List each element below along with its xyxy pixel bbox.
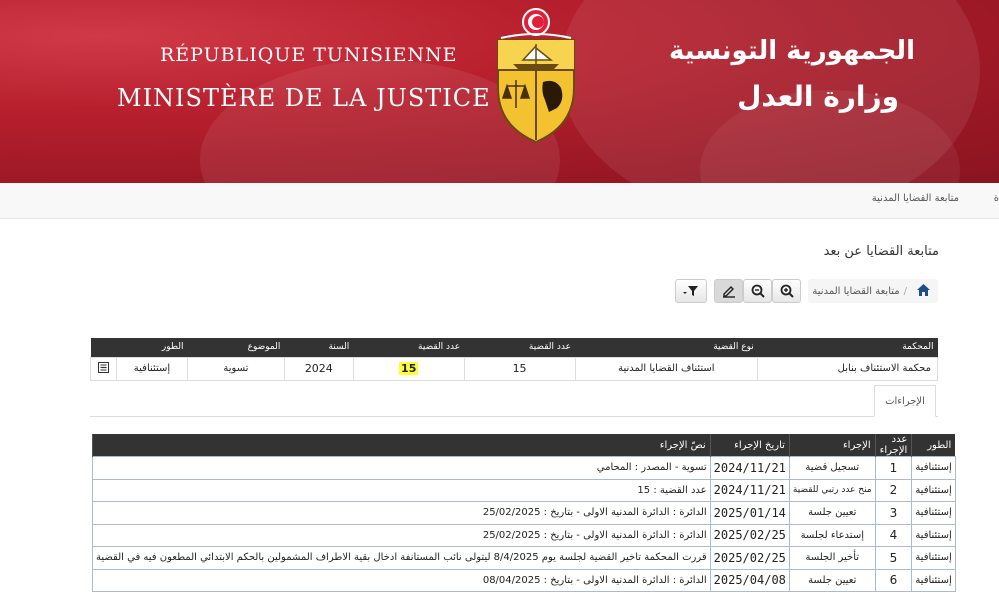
zoom-in-icon [780,284,794,298]
cell-stage: إستئنافية [911,523,956,547]
breadcrumb-separator: / [903,285,907,297]
collapse-toggle[interactable] [89,356,118,381]
zoom-in-button[interactable] [772,279,801,303]
table-header-row: الطور عدد الإجراء الإجراء تاريخ الإجراء … [92,434,956,457]
cell-action: منح عدد رتبي للقضية [788,478,876,502]
col-toggle [90,338,117,357]
col-procedure-number: عدد الإجراء [874,434,912,457]
filter-icon [683,286,698,296]
cell-stage: إستئنافية [911,568,956,592]
cell-date: 2025/02/25 [709,523,790,547]
table-row: إستئنافية 4 إستدعاء لجلسة 2025/02/25 الد… [92,523,956,547]
cell-date: 2025/02/25 [709,546,790,570]
zoom-out-icon [751,284,765,298]
edit-button[interactable] [714,279,743,303]
cell-text: تسوية - المصدر : المحامي [92,456,711,480]
cell-number: 2 [874,478,913,502]
col-case-type: نوع القضية [575,338,758,357]
header-banner: RÉPUBLIQUE TUNISIENNE MINISTÈRE DE LA JU… [0,0,999,183]
col-procedure-text: نصّ الإجراء [92,434,711,457]
col-court: المحكمة [757,338,938,357]
home-icon[interactable] [917,283,930,299]
col-year: السنة [284,338,354,357]
table-row[interactable]: محكمة الاستئناف بنابل استئناف القضايا ال… [89,356,938,381]
cell-stage: إستئنافية [911,456,956,480]
cell-date: 2024/11/21 [709,456,790,480]
collapse-icon [98,361,110,373]
republic-label-ar: الجمهورية التونسية [668,36,915,66]
cell-number: 1 [874,456,913,480]
cell-action: تأخير الجلسة [788,546,876,570]
cell-stage: إستئنافية [911,546,956,570]
cell-stage: إستئنافية [116,356,188,381]
republic-label: RÉPUBLIQUE TUNISIENNE [160,44,458,66]
cell-court: محكمة الاستئناف بنابل [757,356,938,381]
tab-procedures[interactable]: الإجراءات [874,385,936,417]
cell-text: قررت المحكمة تاخير القضية لجلسة يوم 8/4/… [92,546,711,570]
cell-number: 5 [874,546,913,570]
table-row: إستئنافية 5 تأخير الجلسة 2025/02/25 قررت… [92,546,956,570]
cell-stage: إستئنافية [911,501,956,525]
highlighted-number: 15 [399,362,419,375]
zoom-out-button[interactable] [743,279,772,303]
coat-of-arms-icon [497,8,575,144]
col-case-number-2: عدد القضية [353,338,465,357]
col-stage: الطور [116,338,188,357]
cell-date: 2025/04/08 [709,568,790,592]
table-row: إستئنافية 2 منح عدد رتبي للقضية 2024/11/… [92,478,956,502]
table-header-row: المحكمة نوع القضية عدد القضية عدد القضية… [90,338,938,357]
cell-case-number: 15 [463,356,576,381]
cell-date: 2024/11/21 [709,478,790,502]
col-stage: الطور [911,434,956,457]
nav-link-civil-cases[interactable]: متابعة القضايا المدنية [872,193,959,204]
top-navbar: متابعة القضايا المدنية ة [0,183,999,219]
page-title: متابعة القضايا عن بعد [823,244,939,259]
cell-action: تعيين جلسة [788,568,876,592]
cell-action: تعيين جلسة [788,501,876,525]
cell-year: 2024 [283,356,354,381]
cell-subject: تسوية [186,356,285,381]
col-case-number: عدد القضية [464,338,575,357]
edit-icon [722,286,735,298]
table-row: إستئنافية 6 تعيين جلسة 2025/04/08 الدائر… [92,568,956,592]
cell-text: الدائرة : الدائرة المدنية الاولى - بتاري… [92,568,711,592]
case-summary-table: المحكمة نوع القضية عدد القضية عدد القضية… [89,338,938,381]
cell-case-number-2: 15 [352,356,465,381]
cell-text: الدائرة : الدائرة المدنية الاولى - بتاري… [92,523,711,547]
table-row: إستئنافية 1 تسجيل قضية 2024/11/21 تسوية … [92,456,956,480]
breadcrumb-item[interactable]: متابعة القضايا المدنية [812,286,899,297]
tabs-bar: الإجراءات [90,383,938,417]
col-procedure-date: تاريخ الإجراء [709,434,790,457]
nav-edge-text: ة [993,193,999,204]
breadcrumb: / متابعة القضايا المدنية [808,279,938,303]
cell-number: 6 [874,568,913,592]
cell-action: إستدعاء لجلسة [788,523,876,547]
procedures-table: الطور عدد الإجراء الإجراء تاريخ الإجراء … [92,434,956,592]
filter-button[interactable] [675,279,707,303]
ministry-label-ar: وزارة العدل [737,80,899,113]
cell-date: 2025/01/14 [709,501,790,525]
cell-case-type: استئناف القضايا المدنية [574,356,759,381]
cell-action: تسجيل قضية [788,456,876,480]
ministry-label: MINISTÈRE DE LA JUSTICE [117,84,491,112]
cell-number: 3 [874,501,913,525]
cell-stage: إستئنافية [911,478,956,502]
cell-text: عدد القضية : 15 [92,478,711,502]
cell-text: الدائرة : الدائرة المدنية الاولى - بتاري… [92,501,711,525]
col-subject: الموضوع [187,338,285,357]
cell-number: 4 [874,523,913,547]
col-procedure: الإجراء [788,434,876,457]
table-row: إستئنافية 3 تعيين جلسة 2025/01/14 الدائر… [92,501,956,525]
